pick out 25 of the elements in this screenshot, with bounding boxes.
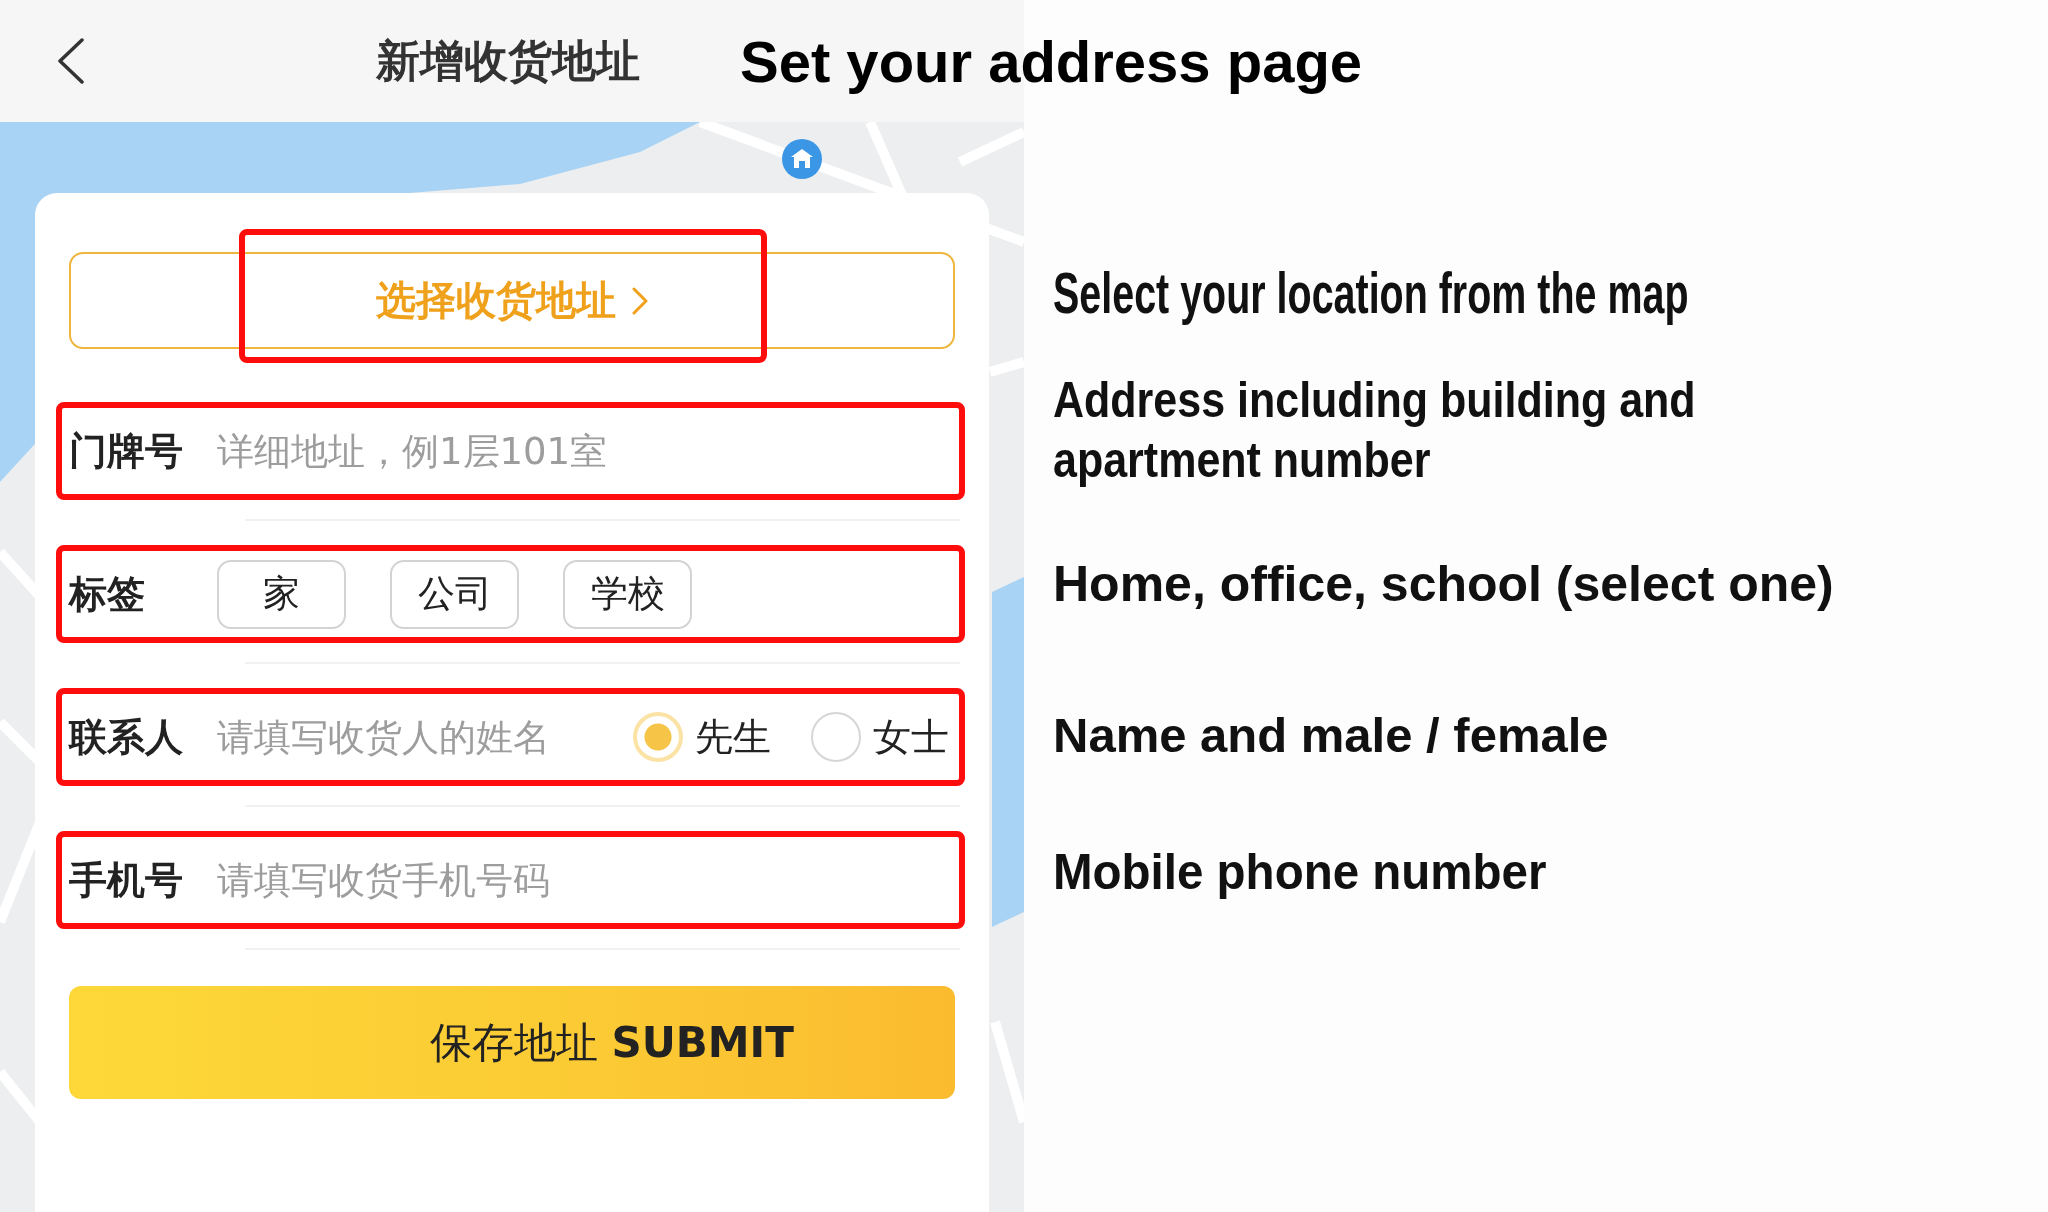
annotation-text: Mobile phone number [1053, 843, 1547, 902]
caption-heading: Set your address page [740, 27, 1363, 95]
tag-button[interactable]: 公司 [390, 559, 519, 629]
input-field[interactable]: 请填写收货手机号码 [217, 850, 949, 910]
field-label: 手机号 [69, 856, 184, 904]
field-label: 门牌号 [69, 427, 184, 475]
field-label: 联系人 [69, 713, 184, 761]
radio-button[interactable] [811, 712, 861, 762]
input-field[interactable]: 请填写收货人的姓名 [217, 707, 633, 767]
field-label: 标签 [69, 570, 146, 618]
option-label[interactable]: 先生 [695, 711, 771, 763]
tag-button[interactable]: 学校 [563, 559, 692, 629]
tag-button[interactable]: 家 [217, 559, 346, 629]
back-icon[interactable] [57, 38, 85, 84]
input-field[interactable]: 详细地址，例1层101室 [217, 421, 949, 481]
annotation-text: Home, office, school (select one) [1053, 555, 1834, 614]
option-label[interactable]: 女士 [873, 711, 949, 763]
page-title: 新增收货地址 [376, 33, 640, 88]
chevron-right-icon [632, 286, 648, 315]
radio-button[interactable] [633, 712, 683, 762]
annotation-text: Address including building and apartment number [1053, 371, 1697, 490]
annotation-text: Name and male / female [1053, 707, 1609, 764]
save-address-button[interactable]: 保存地址 SUBMIT [69, 986, 955, 1099]
building-marker-icon [781, 138, 823, 180]
annotation-text: Select your location from the map [1053, 259, 1689, 327]
